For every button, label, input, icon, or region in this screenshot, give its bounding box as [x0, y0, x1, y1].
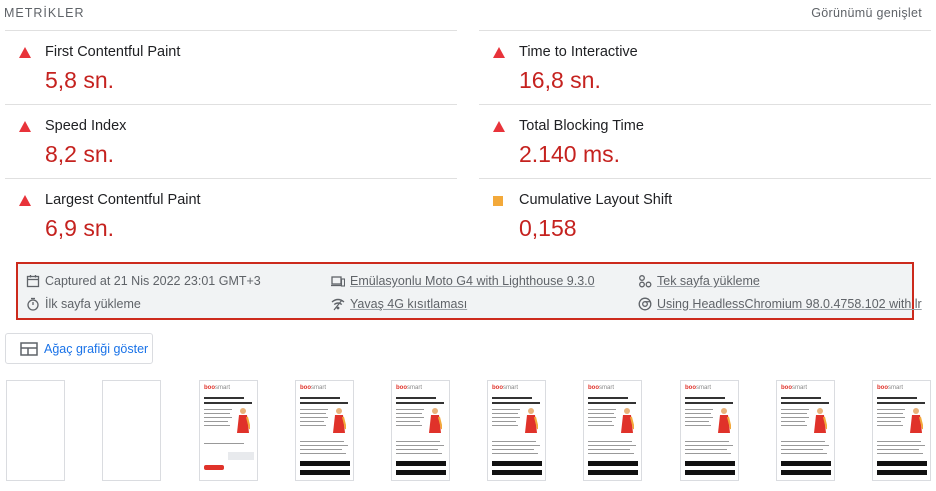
metric-value: 6,9 sn.	[45, 215, 115, 241]
metric-value: 8,2 sn.	[45, 141, 115, 167]
metric-value: 16,8 sn.	[519, 67, 601, 93]
show-treemap-label[interactable]: Ağaç grafiği göster	[44, 342, 148, 356]
fail-triangle-icon	[19, 47, 31, 59]
metric-fcp: First Contentful Paint 5,8 sn.	[5, 30, 457, 105]
treemap-icon	[20, 342, 38, 356]
hero-figure-icon	[910, 408, 923, 433]
filmstrip-frame: boosmart	[199, 380, 258, 481]
filmstrip-frame: boosmart	[583, 380, 642, 481]
filmstrip-frame-blank	[102, 380, 161, 481]
average-square-icon	[493, 195, 505, 207]
filmstrip-frame: boosmart	[487, 380, 546, 481]
metric-label: Largest Contentful Paint	[45, 192, 201, 208]
captured-at-item: Captured at 21 Nis 2022 23:01 GMT+3	[26, 274, 261, 288]
metric-label: First Contentful Paint	[45, 44, 181, 60]
calendar-icon	[26, 275, 40, 288]
filmstrip-frame-blank	[6, 380, 65, 481]
cta-button	[204, 465, 224, 470]
metrics-title: METRİKLER	[4, 6, 85, 20]
site-logo: boosmart	[204, 385, 230, 391]
browser-item[interactable]: Using HeadlessChromium 98.0.4758.102 wit…	[638, 297, 922, 311]
expand-view-toggle[interactable]: Görünümü genişlet	[811, 6, 922, 20]
nodes-icon	[639, 275, 652, 288]
hero-figure-icon	[814, 408, 827, 433]
filmstrip-frame: boosmart	[872, 380, 931, 481]
site-logo: boosmart	[492, 385, 518, 391]
metric-tbt: Total Blocking Time 2.140 ms.	[479, 104, 931, 179]
fail-triangle-icon	[493, 121, 505, 133]
browser-text[interactable]: Using HeadlessChromium 98.0.4758.102 wit…	[657, 297, 922, 311]
payment-logos	[228, 452, 254, 460]
throttling-text[interactable]: Yavaş 4G kısıtlaması	[350, 297, 467, 311]
site-logo: boosmart	[685, 385, 711, 391]
metric-value: 0,158	[519, 215, 577, 241]
metric-speed-index: Speed Index 8,2 sn.	[5, 104, 457, 179]
stopwatch-icon	[27, 297, 39, 311]
filmstrip-frame: boosmart	[776, 380, 835, 481]
devices-icon	[331, 276, 345, 287]
emulation-item[interactable]: Emülasyonlu Moto G4 with Lighthouse 9.3.…	[331, 274, 595, 288]
site-logo: boosmart	[588, 385, 614, 391]
hero-figure-icon	[333, 408, 346, 433]
hero-figure-icon	[429, 408, 442, 433]
wifi-icon	[331, 298, 345, 311]
hero-figure-icon	[621, 408, 634, 433]
emulation-text[interactable]: Emülasyonlu Moto G4 with Lighthouse 9.3.…	[350, 274, 595, 288]
site-logo: boosmart	[781, 385, 807, 391]
metric-label: Total Blocking Time	[519, 118, 644, 134]
single-page-item[interactable]: Tek sayfa yükleme	[638, 274, 760, 288]
metric-lcp: Largest Contentful Paint 6,9 sn.	[5, 178, 457, 253]
fail-triangle-icon	[19, 195, 31, 207]
metric-label: Speed Index	[45, 118, 127, 134]
metric-cls: Cumulative Layout Shift 0,158	[479, 178, 931, 253]
hero-figure-icon	[525, 408, 538, 433]
metric-label: Time to Interactive	[519, 44, 638, 60]
fail-triangle-icon	[19, 121, 31, 133]
fail-triangle-icon	[493, 47, 505, 59]
chrome-icon	[638, 297, 652, 311]
screenshot-filmstrip: boosmart boosmart boosmart boosmart boos…	[0, 380, 936, 482]
initial-load-text: İlk sayfa yükleme	[45, 297, 141, 311]
hero-figure-icon	[718, 408, 731, 433]
captured-at-text: Captured at 21 Nis 2022 23:01 GMT+3	[45, 274, 261, 288]
throttling-item[interactable]: Yavaş 4G kısıtlaması	[331, 297, 467, 311]
single-page-text[interactable]: Tek sayfa yükleme	[657, 274, 760, 288]
site-logo: boosmart	[396, 385, 422, 391]
runtime-settings-summary: Captured at 21 Nis 2022 23:01 GMT+3 Emül…	[16, 262, 922, 320]
metric-value: 2.140 ms.	[519, 141, 620, 167]
metric-value: 5,8 sn.	[45, 67, 115, 93]
initial-load-item: İlk sayfa yükleme	[26, 297, 141, 311]
filmstrip-frame: boosmart	[295, 380, 354, 481]
filmstrip-frame: boosmart	[391, 380, 450, 481]
filmstrip-frame: boosmart	[680, 380, 739, 481]
site-logo: boosmart	[877, 385, 903, 391]
metrics-header: METRİKLER Görünümü genişlet	[0, 0, 936, 30]
show-treemap-button[interactable]: Ağaç grafiği göster	[5, 333, 153, 364]
site-logo: boosmart	[300, 385, 326, 391]
hero-figure-icon	[237, 408, 250, 433]
metric-label: Cumulative Layout Shift	[519, 192, 673, 208]
metric-tti: Time to Interactive 16,8 sn.	[479, 30, 931, 105]
